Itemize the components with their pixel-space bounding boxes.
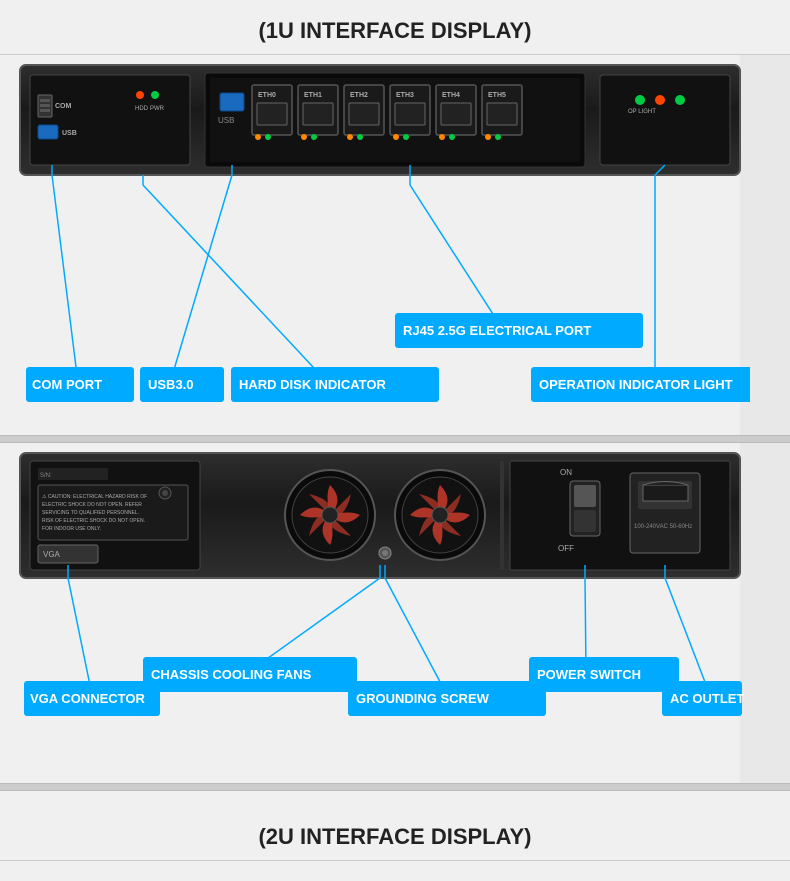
svg-text:VGA CONNECTOR: VGA CONNECTOR [30,691,145,706]
section-divider-bottom [0,783,790,791]
diagram-1u: COM USB HDD PWR USB ETH0 [0,55,740,435]
svg-text:⚠ CAUTION: ELECTRICAL HAZARD R: ⚠ CAUTION: ELECTRICAL HAZARD RISK OF [42,494,147,500]
diagram-2u-svg-wrapper: S/N: ⚠ CAUTION: ELECTRICAL HAZARD RISK O… [10,443,750,768]
svg-text:ETH5: ETH5 [488,92,506,99]
svg-text:ETH0: ETH0 [258,92,276,99]
svg-text:S/N:: S/N: [40,473,52,479]
svg-text:FOR INDOOR USE ONLY.: FOR INDOOR USE ONLY. [42,526,101,532]
section2-container: (2U INTERFACE DISPLAY) [0,791,790,881]
diagram-1u-svg: COM USB HDD PWR USB ETH0 [10,55,750,415]
svg-text:USB: USB [62,130,77,137]
svg-text:OFF: OFF [558,544,574,553]
section1-title: (1U INTERFACE DISPLAY) [0,0,790,55]
svg-text:ON: ON [560,468,572,477]
svg-text:USB: USB [218,116,234,125]
svg-text:ETH4: ETH4 [442,92,460,99]
svg-text:ETH1: ETH1 [304,92,322,99]
svg-text:HDD: HDD [135,106,149,112]
diagram-2u: S/N: ⚠ CAUTION: ELECTRICAL HAZARD RISK O… [0,443,740,783]
svg-text:SERVICING TO QUALIFIED PERSONN: SERVICING TO QUALIFIED PERSONNEL. [42,510,139,516]
section-divider [0,435,790,443]
svg-text:HARD DISK INDICATOR: HARD DISK INDICATOR [239,377,386,392]
svg-text:VGA: VGA [43,550,61,559]
svg-text:RJ45 2.5G ELECTRICAL PORT: RJ45 2.5G ELECTRICAL PORT [403,323,591,338]
svg-text:100-240VAC 50-60Hz: 100-240VAC 50-60Hz [634,524,692,530]
svg-text:CHASSIS COOLING FANS: CHASSIS COOLING FANS [151,667,312,682]
svg-text:USB3.0: USB3.0 [148,377,194,392]
svg-text:COM: COM [55,103,72,110]
section2-title: (2U INTERFACE DISPLAY) [0,806,790,861]
svg-text:AC OUTLET: AC OUTLET [670,691,744,706]
svg-text:POWER SWITCH: POWER SWITCH [537,667,641,682]
diagram-2u-svg: S/N: ⚠ CAUTION: ELECTRICAL HAZARD RISK O… [10,443,750,763]
svg-text:COM PORT: COM PORT [32,377,102,392]
svg-text:GROUNDING SCREW: GROUNDING SCREW [356,691,490,706]
page-wrapper: (1U INTERFACE DISPLAY) [0,0,790,881]
svg-text:OPERATION INDICATOR LIGHT: OPERATION INDICATOR LIGHT [539,377,733,392]
svg-text:OP LIGHT: OP LIGHT [628,109,656,115]
svg-text:PWR: PWR [150,106,165,112]
svg-text:ELECTRIC SHOCK DO NOT OPEN. RE: ELECTRIC SHOCK DO NOT OPEN. REFER [42,502,142,508]
svg-text:RISK OF ELECTRIC SHOCK DO NOT: RISK OF ELECTRIC SHOCK DO NOT OPEN. [42,518,145,524]
diagram-1u-svg-wrapper: COM USB HDD PWR USB ETH0 [10,55,750,420]
svg-text:ETH2: ETH2 [350,92,368,99]
svg-text:ETH3: ETH3 [396,92,414,99]
